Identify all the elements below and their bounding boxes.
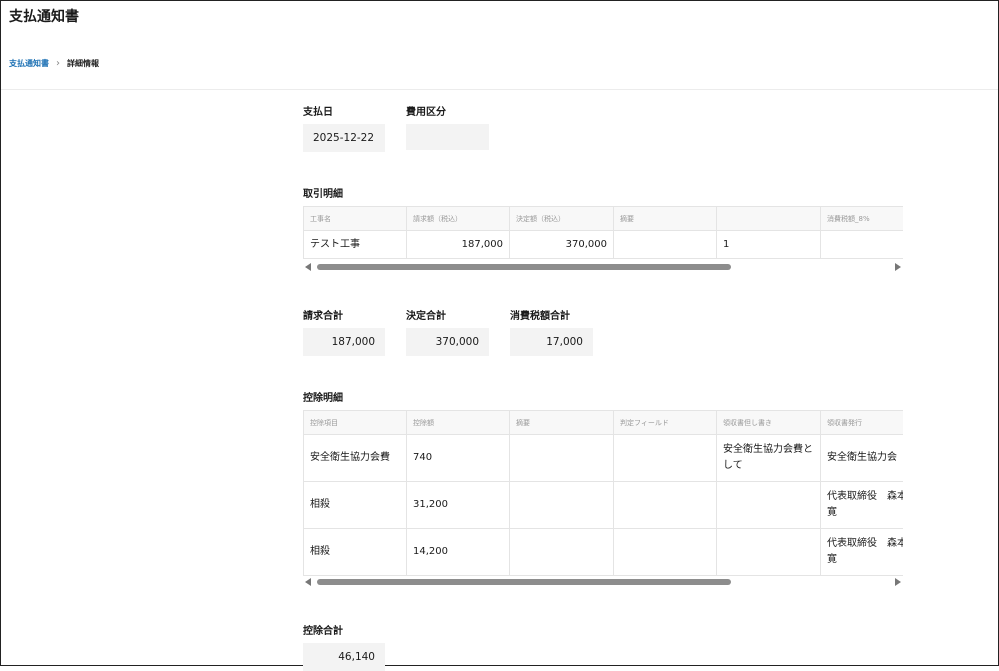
transactions-horizontal-scrollbar[interactable] — [303, 261, 903, 273]
deductions-table: 控除項目 控除額 摘要 判定フィールド 領収書但し書き 領収書発行 安全衛生協力… — [303, 410, 903, 576]
table-cell: 14,200 — [406, 528, 510, 576]
expense-category-label: 費用区分 — [406, 107, 446, 118]
column-header: 領収書但し書き — [716, 410, 821, 435]
table-cell: 相殺 — [303, 481, 407, 529]
table-cell — [613, 528, 717, 576]
header-divider — [1, 89, 998, 90]
column-header: 決定額（税込） — [509, 206, 614, 231]
column-header: 摘要 — [613, 206, 717, 231]
table-cell — [716, 528, 821, 576]
table-cell: 1 — [716, 230, 821, 259]
scrollbar-thumb[interactable] — [317, 579, 731, 585]
table-row: 相殺 31,200 代表取締役 森本 寛 — [303, 481, 903, 529]
table-cell: 740 — [406, 434, 510, 482]
decided-total-field: 370,000 — [406, 328, 489, 356]
table-cell: 安全衛生協力会費として — [716, 434, 821, 482]
table-cell — [613, 434, 717, 482]
page-title: 支払通知書 — [9, 9, 79, 25]
transactions-table-container: 工事名 請求額（税込） 決定額（税込） 摘要 消費税額_8% テスト工事 187… — [303, 206, 903, 259]
deduction-total-label: 控除合計 — [303, 626, 343, 637]
table-cell — [820, 230, 903, 259]
chevron-right-icon: › — [56, 58, 60, 69]
column-header: 控除額 — [406, 410, 510, 435]
expense-category-field — [406, 124, 489, 150]
breadcrumb: 支払通知書 › 詳細情報 — [9, 58, 99, 69]
column-header — [716, 206, 821, 231]
deductions-horizontal-scrollbar[interactable] — [303, 576, 903, 588]
table-cell: 安全衛生協力会 — [820, 434, 903, 482]
table-cell: テスト工事 — [303, 230, 407, 259]
table-cell: 代表取締役 森本 寛 — [820, 528, 903, 576]
table-cell — [716, 481, 821, 529]
scrollbar-thumb[interactable] — [317, 264, 731, 270]
column-header: 領収書発行 — [820, 410, 903, 435]
scroll-right-icon[interactable] — [895, 263, 901, 271]
table-cell: 187,000 — [406, 230, 510, 259]
payment-date-label: 支払日 — [303, 107, 333, 118]
column-header: 摘要 — [509, 410, 614, 435]
breadcrumb-current: 詳細情報 — [67, 59, 99, 68]
billed-total-label: 請求合計 — [303, 311, 343, 322]
transactions-table: 工事名 請求額（税込） 決定額（税込） 摘要 消費税額_8% テスト工事 187… — [303, 206, 903, 259]
table-cell: 相殺 — [303, 528, 407, 576]
table-row: 相殺 14,200 代表取締役 森本 寛 — [303, 528, 903, 576]
tax-total-label: 消費税額合計 — [510, 311, 570, 322]
table-cell — [613, 481, 717, 529]
payment-date-field: 2025-12-22 — [303, 124, 385, 152]
table-cell: 代表取締役 森本 寛 — [820, 481, 903, 529]
deductions-table-container: 控除項目 控除額 摘要 判定フィールド 領収書但し書き 領収書発行 安全衛生協力… — [303, 410, 903, 576]
billed-total-field: 187,000 — [303, 328, 385, 356]
deductions-title: 控除明細 — [303, 393, 343, 404]
table-header-row: 控除項目 控除額 摘要 判定フィールド 領収書但し書き 領収書発行 — [303, 410, 903, 435]
table-cell — [613, 230, 717, 259]
breadcrumb-link-payment-notice[interactable]: 支払通知書 — [9, 58, 49, 69]
decided-total-label: 決定合計 — [406, 311, 446, 322]
column-header: 請求額（税込） — [406, 206, 510, 231]
transactions-title: 取引明細 — [303, 189, 343, 200]
table-row: テスト工事 187,000 370,000 1 — [303, 230, 903, 259]
scroll-left-icon[interactable] — [305, 263, 311, 271]
column-header: 控除項目 — [303, 410, 407, 435]
table-cell — [509, 528, 614, 576]
table-cell: 31,200 — [406, 481, 510, 529]
column-header: 工事名 — [303, 206, 407, 231]
table-row: 安全衛生協力会費 740 安全衛生協力会費として 安全衛生協力会 — [303, 434, 903, 482]
table-cell: 安全衛生協力会費 — [303, 434, 407, 482]
scroll-left-icon[interactable] — [305, 578, 311, 586]
scroll-right-icon[interactable] — [895, 578, 901, 586]
table-cell — [509, 481, 614, 529]
table-cell: 370,000 — [509, 230, 614, 259]
table-cell — [509, 434, 614, 482]
column-header: 消費税額_8% — [820, 206, 903, 231]
deduction-total-field: 46,140 — [303, 643, 385, 671]
column-header: 判定フィールド — [613, 410, 717, 435]
table-header-row: 工事名 請求額（税込） 決定額（税込） 摘要 消費税額_8% — [303, 206, 903, 231]
tax-total-field: 17,000 — [510, 328, 593, 356]
